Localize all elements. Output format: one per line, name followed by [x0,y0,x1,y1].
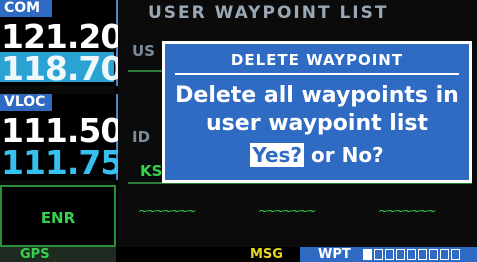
row-divider [128,70,162,72]
page-box [396,249,406,260]
page-box [385,249,395,260]
yes-option[interactable]: Yes? [250,143,305,167]
page-box [407,249,417,260]
com-standby-frequency[interactable]: 118.700 [1,52,145,85]
gps-mode-annunciator: GPS [0,247,116,262]
partial-waypoint-ident[interactable]: KS [140,162,162,180]
radio-column: COM 121.200 118.700 VLOC 111.50 111.75 E… [0,0,145,247]
dialog-divider [175,73,459,75]
page-box-current [363,249,373,260]
page-box [374,249,384,260]
page-position-boxes [361,247,461,262]
empty-field: ~~~~~~~ [138,204,196,218]
message-annunciator[interactable]: MSG [250,247,283,262]
dialog-answer-row: Yes? or No? [165,143,469,167]
dialog-message-line2: user waypoint list [206,111,428,136]
or-label: or [311,143,335,167]
empty-field: ~~~~~~~ [258,204,316,218]
com-tag: COM [0,0,52,17]
dialog-message-line1: Delete all waypoints in [175,83,459,108]
partial-id-label: ID [132,128,151,146]
cdi-window: ENR [0,185,116,247]
status-bar: GPS MSG WPT [0,247,477,262]
page-box [440,249,450,260]
nav-mode-annunciator: ENR [40,209,76,227]
page-group-label: WPT [318,247,351,262]
vloc-tag: VLOC [0,94,52,111]
gps-display: COM 121.200 118.700 VLOC 111.50 111.75 E… [0,0,477,262]
delete-waypoint-dialog: DELETE WAYPOINT Delete all waypoints in … [162,41,472,183]
vloc-standby-frequency[interactable]: 111.75 [1,146,123,179]
page-box [429,249,439,260]
dialog-message: Delete all waypoints in user waypoint li… [165,82,469,138]
vloc-window[interactable]: VLOC 111.50 111.75 [0,94,123,180]
page-group-indicator: WPT [300,247,477,262]
page-title: USER WAYPOINT LIST [148,3,389,23]
empty-field: ~~~~~~~ [378,204,436,218]
dialog-title: DELETE WAYPOINT [230,51,404,69]
page-box [451,249,461,260]
com-window[interactable]: COM 121.200 118.700 [0,0,145,86]
partial-user-label: US [132,42,155,60]
page-box [418,249,428,260]
no-option[interactable]: No? [342,143,384,167]
